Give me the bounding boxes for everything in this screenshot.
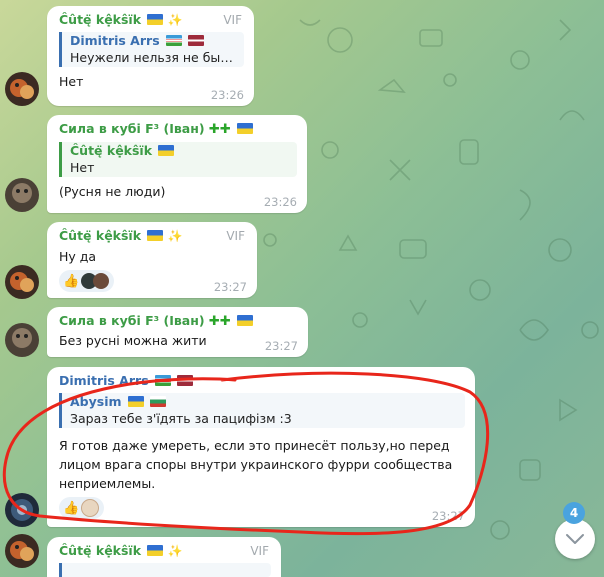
message-text: Ну да (59, 249, 97, 264)
message-time: 23:26 (263, 195, 297, 209)
reply-author: Ĉûtę̈ kệkŝïk (70, 143, 291, 159)
unread-count-badge: 4 (563, 502, 585, 524)
avatar[interactable] (5, 265, 39, 299)
avatar[interactable] (5, 72, 39, 106)
message-text: Я готов даже умереть, если это принесёт … (59, 438, 453, 491)
reply-quote[interactable]: Ĉûtę̈ kệkŝïk Нет (59, 142, 297, 177)
thumbs-up-icon: 👍 (63, 500, 80, 516)
via-label: VIF (223, 13, 242, 27)
green-cross-icon: ✚✚ (208, 122, 231, 137)
message-time: 23:26 (210, 88, 244, 102)
reply-author: Dimitris Arrs (70, 33, 238, 49)
latvia-flag-icon (177, 375, 194, 386)
reply-text: Зараз тебе з'їдять за пацифізм :3 (70, 411, 292, 426)
via-label: VIF (226, 229, 245, 243)
message-bubble[interactable]: Ĉûtę̈ kệkŝïk ✨ VIF Dimitris Arrs Неужели… (47, 6, 254, 106)
reaction-chip[interactable]: 👍 (59, 270, 115, 292)
sender-name[interactable]: Ĉûtę̈ kệkŝïk ✨ (59, 543, 271, 559)
message-bubble[interactable]: Ĉûtę̈ kệkŝïk ✨ VIF Ну да 👍 23:27 (47, 222, 257, 298)
message-bubble[interactable]: Dimitris Arrs Abysim Зараз тебе з'їдять … (47, 367, 475, 527)
avatar[interactable] (5, 534, 39, 568)
message-bubble[interactable]: Сила в кубі F³ (Іван) ✚✚ Без русні можна… (47, 307, 308, 357)
message-bubble[interactable]: Ĉûtę̈ kệkŝïk ✨ VIF (47, 537, 281, 577)
sender-name[interactable]: Сила в кубі F³ (Іван) ✚✚ (59, 313, 298, 330)
sender-name[interactable]: Ĉûtę̈ kệkŝïk ✨ (59, 228, 247, 244)
ukraine-flag-icon (127, 396, 144, 407)
reply-quote[interactable]: Dimitris Arrs Неужели нельзя не быть в..… (59, 32, 244, 67)
reply-text: Нет (70, 160, 95, 175)
thumbs-up-icon: 👍 (63, 273, 80, 289)
wand-sparkle-icon: ✨ (167, 544, 183, 558)
uzbekistan-flag-icon (166, 35, 182, 46)
chat-area: Ĉûtę̈ kệkŝïk ✨ VIF Dimitris Arrs Неужели… (0, 0, 604, 577)
green-cross-icon: ✚✚ (208, 314, 231, 329)
chevron-down-icon (566, 534, 584, 544)
message-bubble[interactable]: Сила в кубі F³ (Іван) ✚✚ Ĉûtę̈ kệkŝïk Не… (47, 115, 307, 213)
reaction-chip[interactable]: 👍 (59, 497, 105, 519)
wand-sparkle-icon: ✨ (167, 229, 183, 243)
sender-name[interactable]: Ĉûtę̈ kệkŝïk ✨ (59, 12, 244, 28)
via-label: VIF (250, 544, 269, 558)
message-time: 23:27 (431, 509, 465, 523)
avatar[interactable] (5, 493, 39, 527)
wand-sparkle-icon: ✨ (167, 13, 183, 27)
reactor-avatar (93, 273, 110, 289)
reactions: 👍 (59, 497, 465, 519)
ukraine-flag-icon (237, 315, 254, 326)
scroll-down-button[interactable] (555, 519, 595, 559)
message-text: (Русня не люди) (59, 184, 166, 199)
latvia-flag-icon (188, 35, 205, 46)
avatar[interactable] (5, 323, 39, 357)
ukraine-flag-icon (147, 14, 164, 25)
ukraine-flag-icon (147, 230, 164, 241)
reactor-avatar (81, 499, 100, 517)
avatar[interactable] (5, 178, 39, 212)
uzbekistan-flag-icon (155, 375, 171, 386)
ukraine-flag-icon (158, 145, 175, 156)
message-text: Без русні можна жити (59, 333, 207, 348)
message-time: 23:27 (213, 280, 247, 294)
reply-quote[interactable] (59, 563, 271, 577)
sender-name[interactable]: Сила в кубі F³ (Іван) ✚✚ (59, 121, 297, 138)
ukraine-flag-icon (147, 545, 164, 556)
message-time: 23:27 (264, 339, 298, 353)
reply-quote[interactable]: Abysim Зараз тебе з'їдять за пацифізм :3 (59, 393, 465, 428)
bulgaria-flag-icon (150, 396, 167, 407)
sender-name[interactable]: Dimitris Arrs (59, 373, 465, 389)
reply-text: Неужели нельзя не быть в... (70, 50, 238, 65)
reply-author: Abysim (70, 394, 459, 410)
ukraine-flag-icon (237, 123, 254, 134)
